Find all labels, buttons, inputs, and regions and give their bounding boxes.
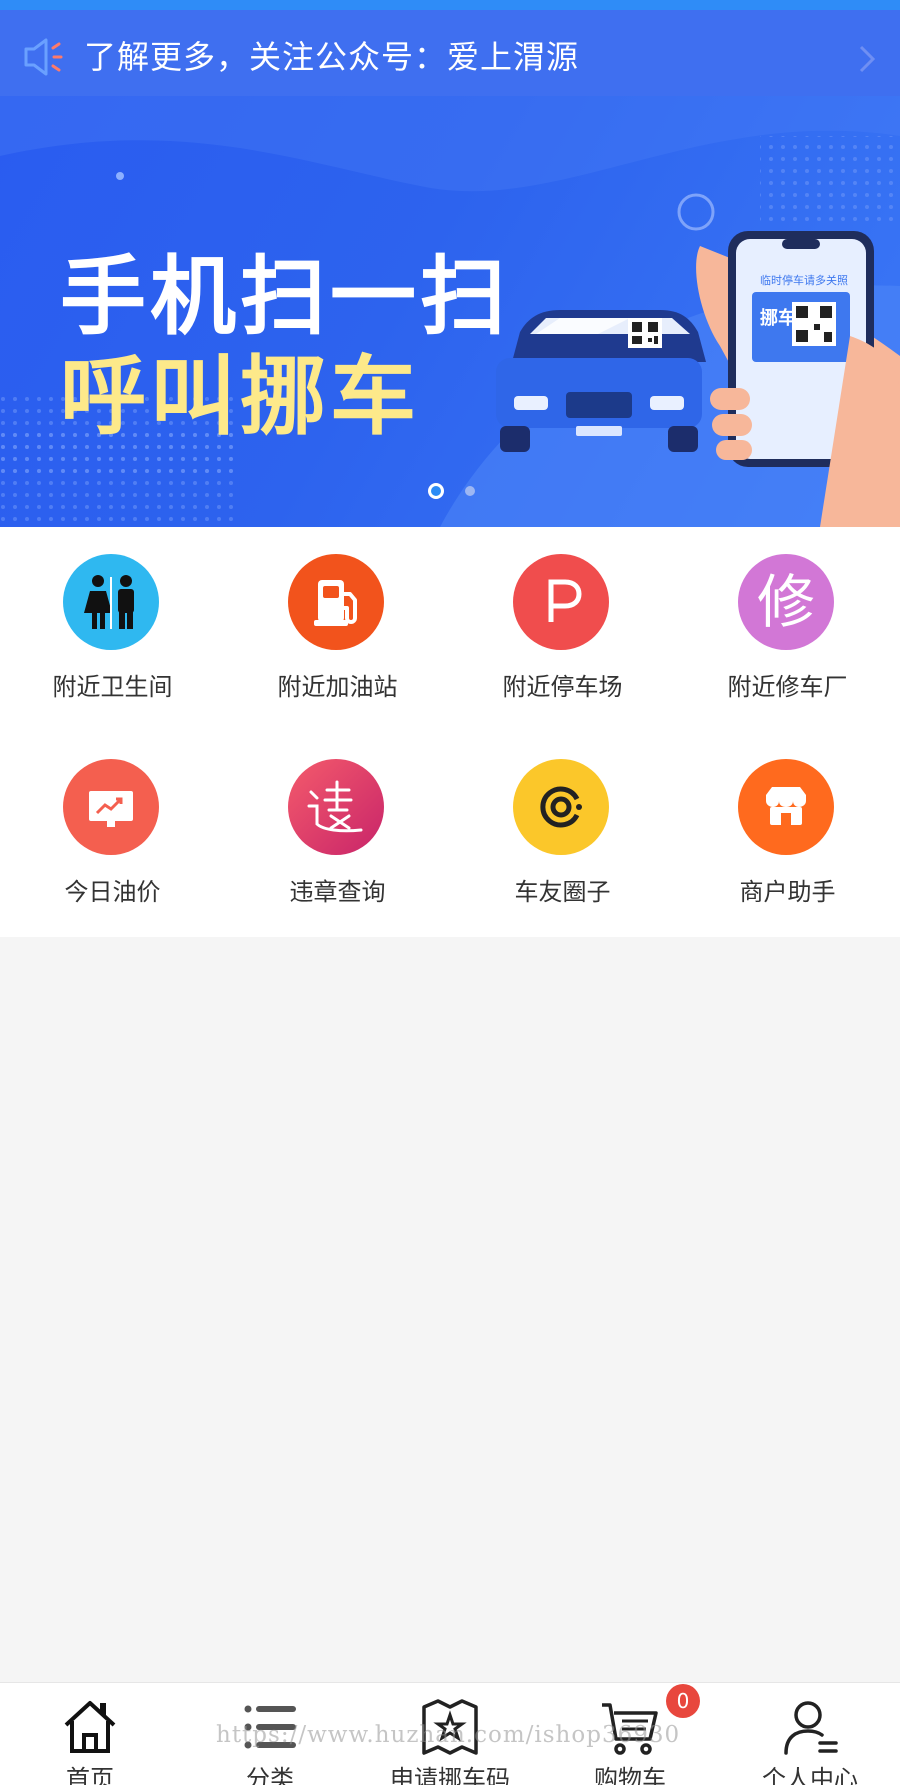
user-icon [784,1701,838,1755]
tab-label: 申请挪车码 [390,1765,510,1785]
gas-pump-icon [288,554,384,650]
menu-label: 车友圈子 [514,878,611,906]
tab-label: 个人中心 [762,1765,858,1785]
tab-home[interactable]: 首页 [0,1683,180,1785]
tab-profile[interactable]: 个人中心 [720,1683,900,1785]
circle-icon [513,759,609,855]
menu-label: 附近修车厂 [727,673,848,701]
menu-item-car-circle[interactable]: 车友圈子 [450,732,675,912]
tab-label: 分类 [246,1765,294,1785]
restroom-icon [63,554,159,650]
menu-label: 附近加油站 [277,673,398,701]
svg-text:挪车: 挪车 [760,307,796,329]
menu-item-restroom[interactable]: 附近卫生间 [0,527,225,707]
parking-icon [513,554,609,650]
app-screen: 了解更多，关注公众号：爱上渭源 临时停车 请多关照 挪车 手机扫一扫 呼叫挪车 … [0,0,900,1785]
svg-text:请多关照: 请多关照 [804,273,848,287]
menu-item-gas-station[interactable]: 附近加油站 [225,527,450,707]
promo-banner[interactable]: 临时停车 请多关照 挪车 手机扫一扫 呼叫挪车 [0,96,900,527]
menu-label: 附近卫生间 [52,673,173,701]
menu-item-fuel-price[interactable]: 今日油价 [0,732,225,912]
menu-label: 今日油价 [64,878,161,906]
price-chart-icon [63,759,159,855]
car-illustration [496,310,706,452]
tab-label: 首页 [66,1765,114,1785]
chevron-right-icon[interactable] [856,44,878,74]
tab-label: 购物车 [594,1765,666,1785]
cart-badge: 0 [666,1684,700,1718]
menu-label: 违章查询 [289,878,386,906]
repair-icon: 修 [738,554,834,650]
menu-label: 商户助手 [739,878,836,906]
home-icon [64,1701,116,1753]
service-menu: 附近卫生间 附近加油站 附近停车场 修 附近修车厂 今日油价 违章查询 车友圈子… [0,527,900,937]
notice-text: 了解更多，关注公众号：爱上渭源 [84,38,580,76]
violation-icon [288,759,384,855]
notice-bar[interactable]: 了解更多，关注公众号：爱上渭源 [0,0,900,96]
banner-subtitle: 呼叫挪车 [60,347,420,447]
menu-label: 附近停车场 [502,673,623,701]
shop-icon [738,759,834,855]
menu-item-parking[interactable]: 附近停车场 [450,527,675,707]
speaker-icon [24,38,63,76]
menu-item-repair[interactable]: 修 附近修车厂 [675,527,900,707]
watermark: https://www.huzhan.com/ishop36930 [216,1722,681,1748]
menu-item-merchant[interactable]: 商户助手 [675,732,900,912]
menu-item-violation[interactable]: 违章查询 [225,732,450,912]
svg-text:临时停车: 临时停车 [760,273,804,287]
